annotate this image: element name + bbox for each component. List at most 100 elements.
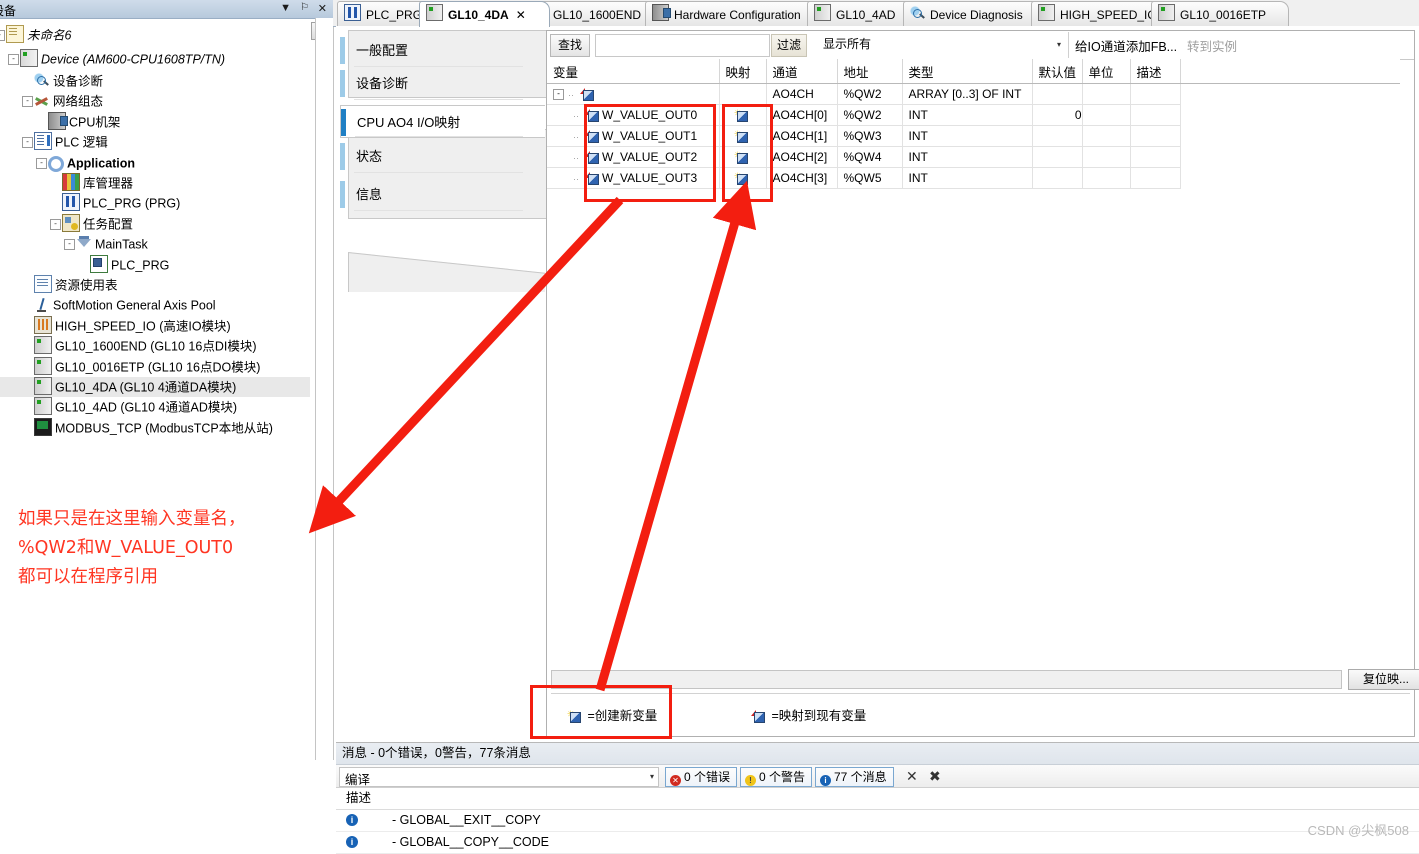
cell-description[interactable] [1130,104,1181,126]
cell-default-value[interactable] [1032,125,1083,147]
cell-unit[interactable] [1082,167,1131,189]
chevron-down-icon[interactable]: ▾ [1057,40,1061,49]
cell-address[interactable]: %QW2 [837,83,903,105]
tree-item-18[interactable]: GL10_4AD (GL10 4通道AD模块) [0,397,310,417]
tree-item-10[interactable]: MainTask [0,234,310,254]
tree-item-9[interactable]: 任务配置 [0,213,310,234]
error-count-badge[interactable]: ✕ 0 个错误 [665,767,738,787]
cell-default-value[interactable]: 0 [1032,104,1083,126]
message-row[interactable]: i - GLOBAL__EXIT__COPY [336,809,1419,832]
category-0[interactable]: 一般配置 [340,34,545,67]
tab-label: GL10_0016ETP [1180,7,1267,22]
column-header-3[interactable]: 地址 [837,59,903,84]
category-3[interactable]: 状态 [340,140,545,173]
tree-item-17[interactable]: GL10_4DA (GL10 4通道DA模块) [0,377,310,397]
cell-description[interactable] [1130,146,1181,168]
tree-item-19[interactable]: MODBUS_TCP (ModbusTCP本地从站) [0,417,310,438]
tab-hardware-configuration[interactable]: Hardware Configuration [645,1,833,26]
cell-description[interactable] [1130,83,1181,105]
category-accent-bar [340,143,345,170]
messages-source-select[interactable]: 编译 ▾ [339,767,659,787]
module-icon [426,4,443,21]
cell-type[interactable]: INT [902,146,1033,168]
cell-address[interactable]: %QW5 [837,167,903,189]
cell-mapping[interactable] [719,83,767,105]
pin-icon[interactable]: ⚐ [300,2,309,13]
tree-item-5[interactable]: PLC 逻辑 [0,132,310,152]
cell-default-value[interactable] [1032,146,1083,168]
cell-channel[interactable]: AO4CH[3] [766,167,838,189]
tab-gl10_0016etp[interactable]: GL10_0016ETP [1151,1,1289,26]
tree-item-label: 资源使用表 [55,278,118,293]
tree-item-14[interactable]: HIGH_SPEED_IO (高速IO模块) [0,315,310,336]
tree-item-3[interactable]: 网络组态 [0,91,310,111]
find-input[interactable] [595,34,770,57]
tree-item-15[interactable]: GL10_1600END (GL10 16点DI模块) [0,336,310,356]
column-header-6[interactable]: 单位 [1082,59,1131,84]
filter-button[interactable]: 过滤 [771,34,808,57]
tab-gl10_4da[interactable]: GL10_4DA ✕ [419,1,550,27]
cell-description[interactable] [1130,125,1181,147]
cell-unit[interactable] [1082,83,1131,105]
cell-channel[interactable]: AO4CH [766,83,838,105]
table-row[interactable]: - ·· AO4CH %QW2 ARRAY [0..3] OF INT [547,83,1400,105]
cell-address[interactable]: %QW4 [837,146,903,168]
cell-unit[interactable] [1082,104,1131,126]
tree-item-label: GL10_1600END (GL10 16点DI模块) [55,339,257,354]
filter-selected-value[interactable]: 显示所有 [823,35,871,52]
add-fb-to-io-channel-button[interactable]: 给IO通道添加FB... [1075,36,1177,55]
clear-messages-icon[interactable]: ✕ [906,768,918,785]
cell-channel[interactable]: AO4CH[0] [766,104,838,126]
row-expander[interactable]: - [553,89,564,100]
column-header-5[interactable]: 默认值 [1032,59,1083,84]
close-icon[interactable]: ✕ [516,8,526,22]
cell-unit[interactable] [1082,146,1131,168]
column-header-0[interactable]: 变量 [547,59,720,84]
cell-default-value[interactable] [1032,167,1083,189]
cell-channel[interactable]: AO4CH[2] [766,146,838,168]
tree-item-6[interactable]: Application [0,153,310,173]
category-1[interactable]: 设备诊断 [340,67,545,100]
tree-item-11[interactable]: PLC_PRG [0,254,310,275]
column-header-1[interactable]: 映射 [719,59,767,84]
cell-default-value[interactable] [1032,83,1083,105]
tree-item-8[interactable]: PLC_PRG (PRG) [0,193,310,213]
info-count-badge[interactable]: i 77 个消息 [815,767,894,787]
reset-mapping-button[interactable]: 复位映... [1348,669,1419,690]
column-header-7[interactable]: 描述 [1130,59,1181,84]
tree-item-12[interactable]: 资源使用表 [0,275,310,295]
cell-type[interactable]: INT [902,104,1033,126]
column-header-2[interactable]: 通道 [766,59,838,84]
tree-item-0[interactable]: 未命名6 [0,25,310,45]
cell-variable[interactable]: - ·· [547,83,720,105]
cell-filler [1180,84,1400,105]
cell-type[interactable]: INT [902,125,1033,147]
cell-type[interactable]: ARRAY [0..3] OF INT [902,83,1033,105]
tree-item-4[interactable]: CPU机架 [0,111,310,132]
cell-channel[interactable]: AO4CH[1] [766,125,838,147]
category-2[interactable]: CPU AO4 I/O映射 [340,105,545,138]
tree-item-7[interactable]: 库管理器 [0,173,310,193]
panel-splitter[interactable] [315,18,334,760]
warning-count-badge[interactable]: ! 0 个警告 [740,767,813,787]
tree-item-13[interactable]: SoftMotion General Axis Pool [0,295,310,315]
diagnosis-magnifier-icon [34,73,50,89]
cell-address[interactable]: %QW3 [837,125,903,147]
message-row[interactable]: i - GLOBAL__COPY__CODE [336,831,1419,854]
cell-description[interactable] [1130,167,1181,189]
clear-all-messages-icon[interactable]: ✖ [929,768,941,785]
category-accent-bar [340,181,345,208]
tree-item-16[interactable]: GL10_0016ETP (GL10 16点DO模块) [0,356,310,377]
cell-type[interactable]: INT [902,167,1033,189]
category-4[interactable]: 信息 [340,178,545,211]
tree-item-2[interactable]: 设备诊断 [0,71,310,91]
cell-address[interactable]: %QW2 [837,104,903,126]
column-header-4[interactable]: 类型 [902,59,1033,84]
panel-dropdown-icon[interactable]: ▼ [280,2,291,14]
annotation-line-3: 都可以在程序引用 [18,567,158,587]
close-icon[interactable]: ✕ [318,2,327,15]
module-icon [34,377,52,395]
tree-item-1[interactable]: Device (AM600-CPU1608TP/TN) [0,49,310,69]
cell-unit[interactable] [1082,125,1131,147]
find-button[interactable]: 查找 [550,34,591,57]
